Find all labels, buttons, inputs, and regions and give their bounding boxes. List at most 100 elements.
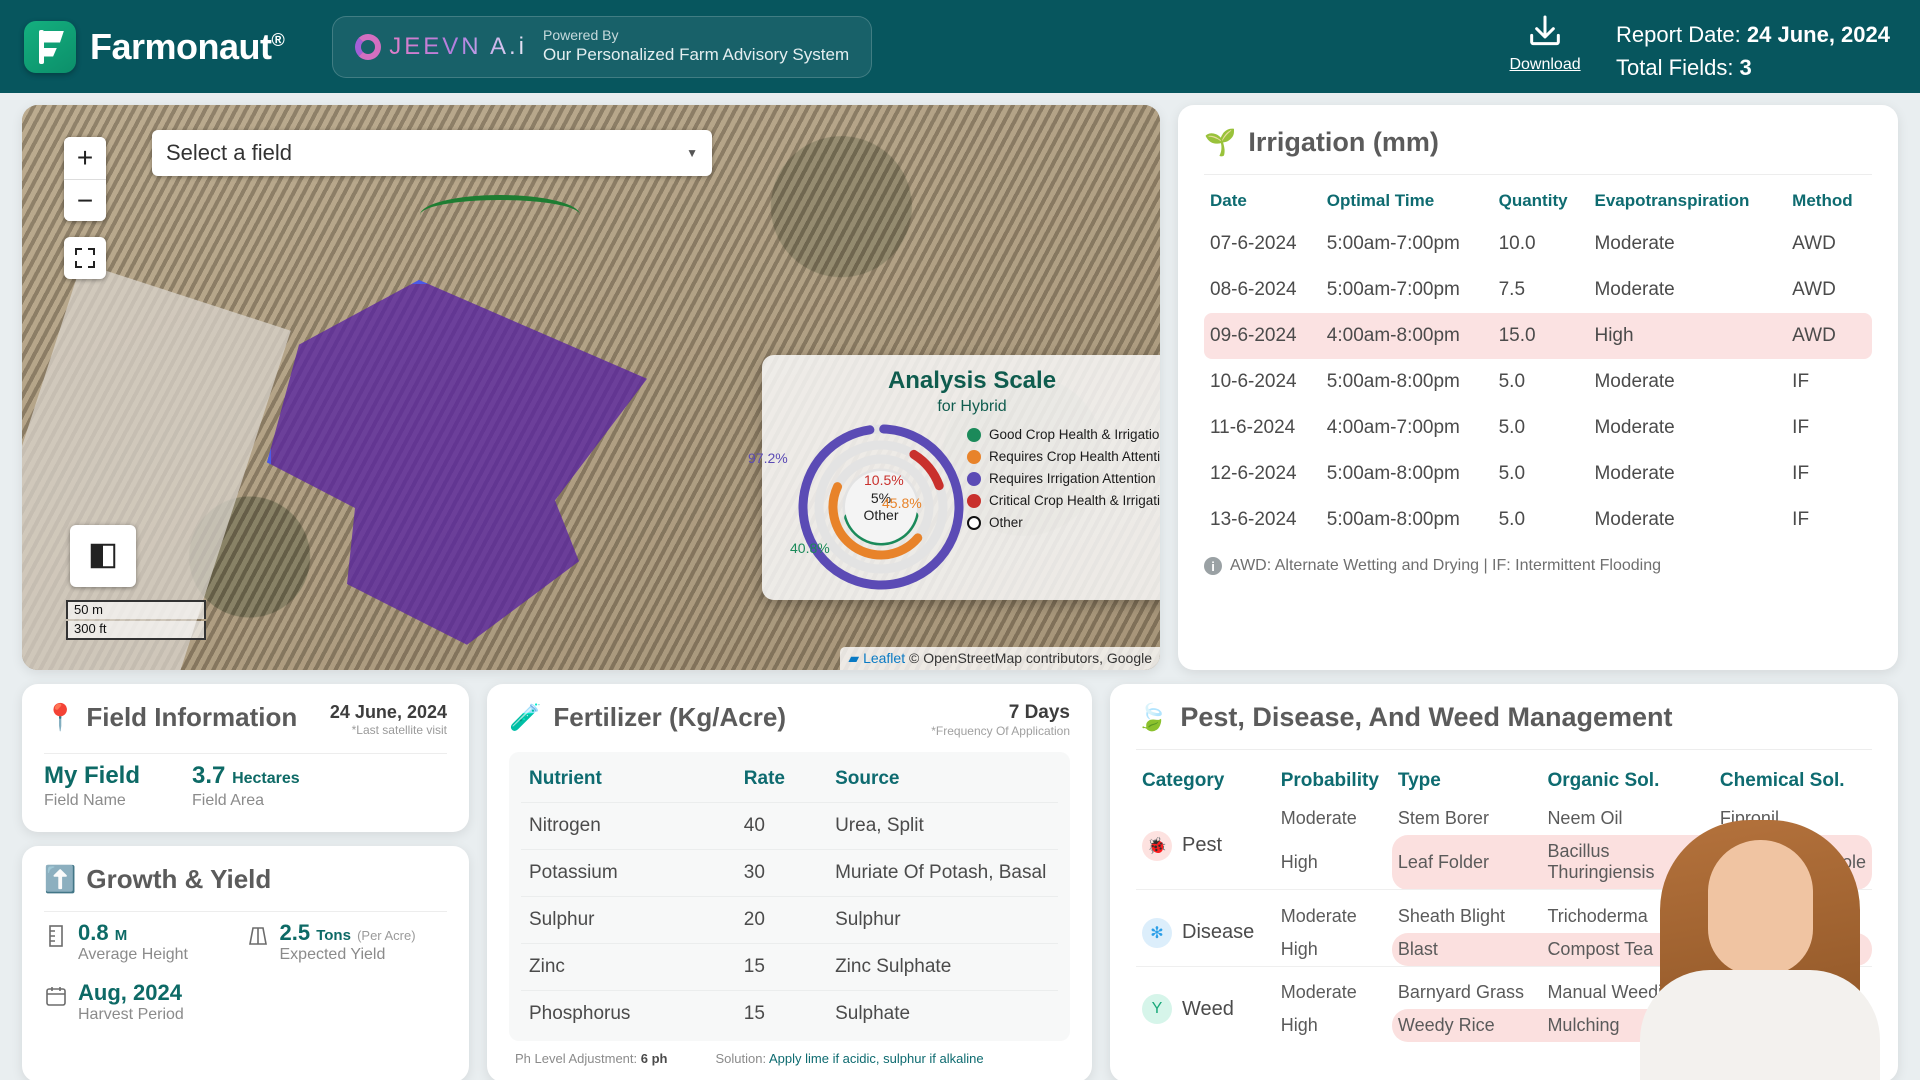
table-row: 🐞 Pest Moderate Stem Borer Neem Oil Fipr…: [1136, 802, 1872, 861]
cell-probability: High: [1280, 851, 1318, 872]
legend-item: Critical Crop Health & Irrigation: [967, 493, 1160, 508]
cell-chemical: Chlorantraniliprole: [1713, 835, 1872, 890]
cell-time: 5:00am-8:00pm: [1326, 371, 1460, 392]
solution-note: Solution: Apply lime if acidic, sulphur …: [715, 1051, 983, 1066]
cell-method: IF: [1792, 371, 1810, 392]
cell-nutrient: Sulphur: [521, 896, 736, 944]
harvest-period-block: Aug, 2024 Harvest Period: [78, 980, 184, 1024]
col-quantity: Quantity: [1498, 191, 1568, 210]
seedling-icon: 🌱: [1204, 127, 1237, 157]
legend-dot-critical-icon: [967, 493, 981, 508]
download-button[interactable]: Download: [1502, 12, 1588, 74]
cell-date: 13-6-2024: [1210, 509, 1297, 530]
irrigation-footnote: AWD: Alternate Wetting and Drying | IF: …: [1230, 557, 1662, 574]
col-probability: Probability: [1280, 770, 1379, 791]
map-scale-bar: 50 m 300 ft: [66, 600, 206, 642]
report-page: Farmonaut® JEEVN A.i Powered By Our Pers…: [0, 0, 1920, 1080]
fertilizer-table: Nutrient Rate Source Nitrogen 40 Urea, S…: [521, 756, 1058, 1037]
jeevn-ai-badge[interactable]: JEEVN A.i Powered By Our Personalized Fa…: [332, 15, 873, 78]
average-height-unit: M: [114, 927, 128, 944]
cell-rate: 15: [735, 990, 828, 1037]
irrigation-footnote-row: i AWD: Alternate Wetting and Drying | IF…: [1204, 557, 1872, 575]
legend-dot-irrigation-icon: [967, 471, 981, 486]
sprout-icon: Y: [1142, 994, 1172, 1024]
cell-chemical: Hexaconazole: [1719, 905, 1834, 926]
cell-rate: 30: [735, 849, 828, 897]
cell-time: 5:00am-7:00pm: [1326, 279, 1460, 300]
field-information-values: My Field Field Name 3.7 Hectares Field A…: [44, 762, 447, 810]
total-fields-row: Total Fields: 3: [1616, 51, 1890, 84]
cell-organic: Manual Weeding: [1547, 982, 1683, 1002]
cell-nutrient: Potassium: [521, 849, 736, 897]
scale-imperial: 300 ft: [66, 621, 206, 640]
cell-method: AWD: [1792, 279, 1836, 300]
cell-date: 07-6-2024: [1210, 233, 1297, 254]
brand-name-text: Farmonaut: [90, 25, 272, 67]
zoom-controls[interactable]: + −: [64, 137, 106, 221]
growth-yield-card: ⬆️ Growth & Yield 0.8 M Average Height 2…: [22, 846, 469, 1080]
table-row: 10-6-2024 5:00am-8:00pm 5.0 Moderate IF: [1204, 359, 1872, 405]
solution-link[interactable]: Apply lime if acidic, sulphur if alkalin…: [769, 1051, 984, 1066]
average-height-block: 0.8 M Average Height: [78, 920, 188, 964]
divider: [44, 753, 447, 754]
table-row: Zinc 15 Zinc Sulphate: [521, 943, 1058, 991]
cell-organic: Neem Oil: [1547, 808, 1623, 828]
ph-value: 6 ph: [640, 1051, 668, 1066]
chevron-down-icon: ▼: [686, 146, 698, 160]
average-height-value: 0.8 M: [78, 920, 188, 946]
col-optimal-time: Optimal Time: [1326, 191, 1435, 210]
group-separator: [1136, 889, 1872, 900]
up-arrow-icon: ⬆️: [44, 864, 77, 894]
cell-probability: High: [1280, 938, 1318, 959]
left-column: 📍 Field Information 24 June, 2024 *Last …: [22, 684, 469, 1080]
field-area-number: 3.7: [192, 762, 226, 789]
fullscreen-icon: [75, 248, 95, 268]
cell-source: Sulphate: [827, 990, 1058, 1037]
harvest-period-metric: Aug, 2024 Harvest Period: [44, 980, 246, 1024]
category-weed: Y Weed: [1142, 994, 1269, 1024]
cell-evapo: Moderate: [1594, 417, 1675, 438]
field-select[interactable]: Select a field ▼: [152, 130, 712, 176]
cell-date: 08-6-2024: [1210, 279, 1297, 300]
table-row: Y Weed Moderate Barnyard Grass Manual We…: [1136, 976, 1872, 1024]
field-name-label: Field Name: [44, 792, 126, 809]
field-select-value: Select a field: [166, 140, 292, 165]
category-label: Pest: [1182, 834, 1223, 856]
cell-method: IF: [1792, 417, 1810, 438]
table-header-row: Category Probability Type Organic Sol. C…: [1136, 760, 1872, 802]
leaflet-link[interactable]: Leaflet: [863, 650, 905, 666]
tagline: Our Personalized Farm Advisory System: [543, 45, 850, 65]
download-label: Download: [1509, 56, 1581, 73]
growth-yield-title: Growth & Yield: [86, 864, 272, 894]
cell-evapo: Moderate: [1594, 371, 1675, 392]
fertilizer-table-body: Nitrogen 40 Urea, Split Potassium 30 Mur…: [521, 802, 1058, 1037]
col-type: Type: [1397, 770, 1441, 791]
layers-button[interactable]: [70, 525, 136, 587]
table-row: 12-6-2024 5:00am-8:00pm 5.0 Moderate IF: [1204, 451, 1872, 497]
field-map[interactable]: + − Select a field ▼ 50 m 300 ft ▰ Leafl…: [22, 105, 1160, 670]
analysis-scale-panel: Analysis Scale for Hybrid 5% Other 97.2%…: [748, 355, 1160, 600]
cell-qty: 15.0: [1492, 313, 1589, 359]
field-name-value: My Field: [44, 762, 141, 789]
cell-method: IF: [1792, 509, 1810, 530]
fullscreen-button[interactable]: [64, 237, 106, 279]
legend-dot-good-icon: [967, 427, 981, 442]
fertilizer-card: 🧪 Fertilizer (Kg/Acre) 7 Days *Frequency…: [487, 684, 1092, 1080]
group-separator: [1136, 965, 1872, 976]
zoom-in-button[interactable]: +: [64, 137, 106, 179]
cell-qty: 5.0: [1498, 371, 1526, 392]
col-rate: Rate: [743, 768, 785, 789]
report-meta: Report Date: 24 June, 2024 Total Fields:…: [1616, 12, 1890, 84]
field-area-block: 3.7 Hectares Field Area: [192, 762, 300, 810]
irrigation-title-row: 🌱 Irrigation (mm): [1204, 127, 1872, 158]
table-row: 13-6-2024 5:00am-8:00pm 5.0 Moderate IF: [1204, 497, 1872, 543]
table-row: ✻ Disease Moderate Sheath Blight Trichod…: [1136, 900, 1872, 948]
legend-item: Other: [967, 515, 1160, 530]
cell-evapo: Moderate: [1594, 233, 1675, 254]
cell-probability: Moderate: [1280, 905, 1357, 926]
cell-date: 10-6-2024: [1210, 371, 1297, 392]
registered-mark: ®: [271, 29, 285, 50]
donut-label-crop-attention: 45.8%: [882, 495, 922, 511]
legend-label: Requires Irrigation Attention: [989, 471, 1156, 486]
zoom-out-button[interactable]: −: [64, 179, 106, 221]
